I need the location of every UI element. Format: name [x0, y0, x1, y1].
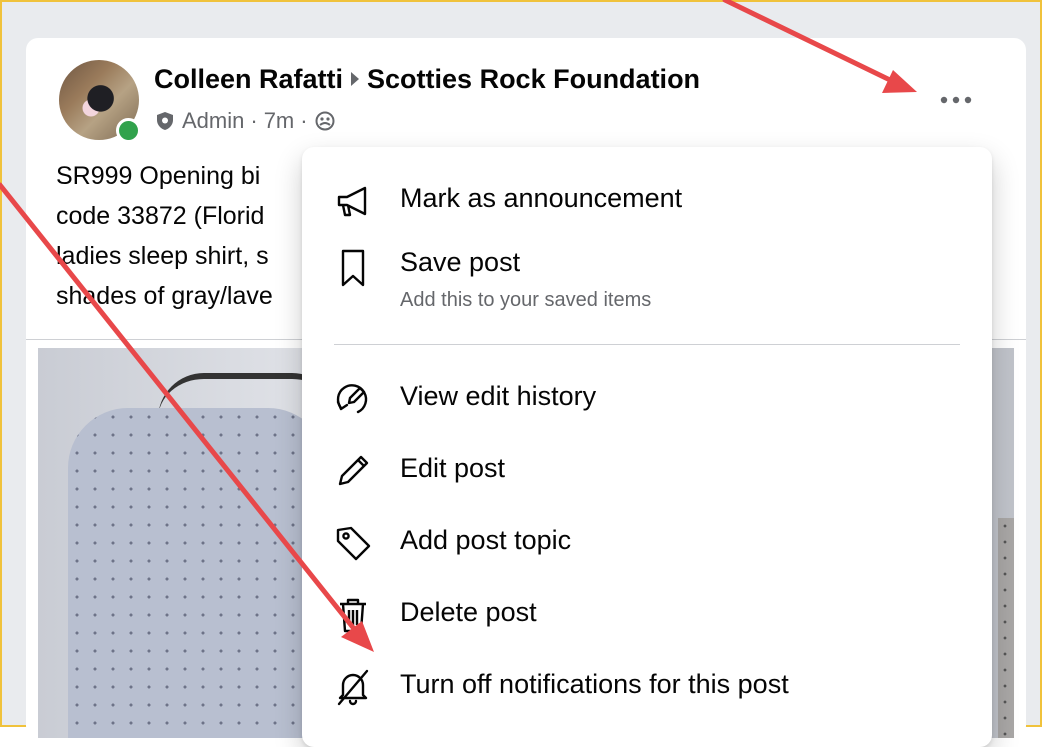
ellipsis-icon: [940, 96, 972, 104]
menu-item-mark-announcement[interactable]: Mark as announcement: [310, 177, 984, 227]
photo-shirt: [68, 408, 328, 738]
group-name[interactable]: Scotties Rock Foundation: [367, 64, 700, 94]
menu-item-label: Delete post: [400, 597, 537, 627]
role-label: Admin: [182, 108, 245, 133]
menu-item-label: Save post: [400, 247, 521, 277]
menu-item-label: Mark as announcement: [400, 183, 683, 213]
triangle-separator-icon: [351, 72, 360, 86]
bookmark-icon: [332, 247, 374, 289]
admin-shield-icon: [157, 112, 173, 130]
author-name[interactable]: Colleen Rafatti: [154, 64, 343, 94]
pencil-icon: [332, 450, 374, 492]
group-audience-icon: [315, 111, 335, 131]
menu-item-label: Turn off notifications for this post: [400, 669, 789, 699]
tag-icon: [332, 522, 374, 564]
menu-item-edit-post[interactable]: Edit post: [310, 445, 984, 497]
menu-divider: [334, 344, 960, 345]
bell-off-icon: [332, 666, 374, 708]
post-meta: Admin · 7m ·: [154, 108, 336, 134]
screenshot-frame: Colleen Rafatti Scotties Rock Foundation …: [0, 0, 1042, 747]
menu-item-turn-off-notifications[interactable]: Turn off notifications for this post: [310, 661, 984, 713]
post-time[interactable]: 7m: [264, 108, 295, 134]
menu-item-sublabel: Add this to your saved items: [400, 289, 652, 311]
post-options-menu: Mark as announcement Save post Add this …: [302, 147, 992, 747]
menu-item-label: View edit history: [400, 381, 597, 411]
photo-edge: [998, 518, 1014, 738]
menu-item-label: Edit post: [400, 453, 506, 483]
more-options-button[interactable]: [928, 78, 984, 122]
edit-history-icon: [332, 378, 374, 420]
menu-item-delete-post[interactable]: Delete post: [310, 589, 984, 641]
online-status-dot: [116, 118, 141, 143]
menu-item-save-post[interactable]: Save post Add this to your saved items: [310, 243, 984, 323]
post-header-title: Colleen Rafatti Scotties Rock Foundation: [154, 64, 700, 95]
trash-icon: [332, 594, 374, 636]
menu-item-view-edit-history[interactable]: View edit history: [310, 373, 984, 425]
megaphone-icon: [332, 181, 374, 223]
menu-item-add-post-topic[interactable]: Add post topic: [310, 517, 984, 569]
meta-dot: ·: [300, 108, 308, 133]
meta-dot: ·: [250, 108, 258, 133]
menu-item-label: Add post topic: [400, 525, 572, 555]
